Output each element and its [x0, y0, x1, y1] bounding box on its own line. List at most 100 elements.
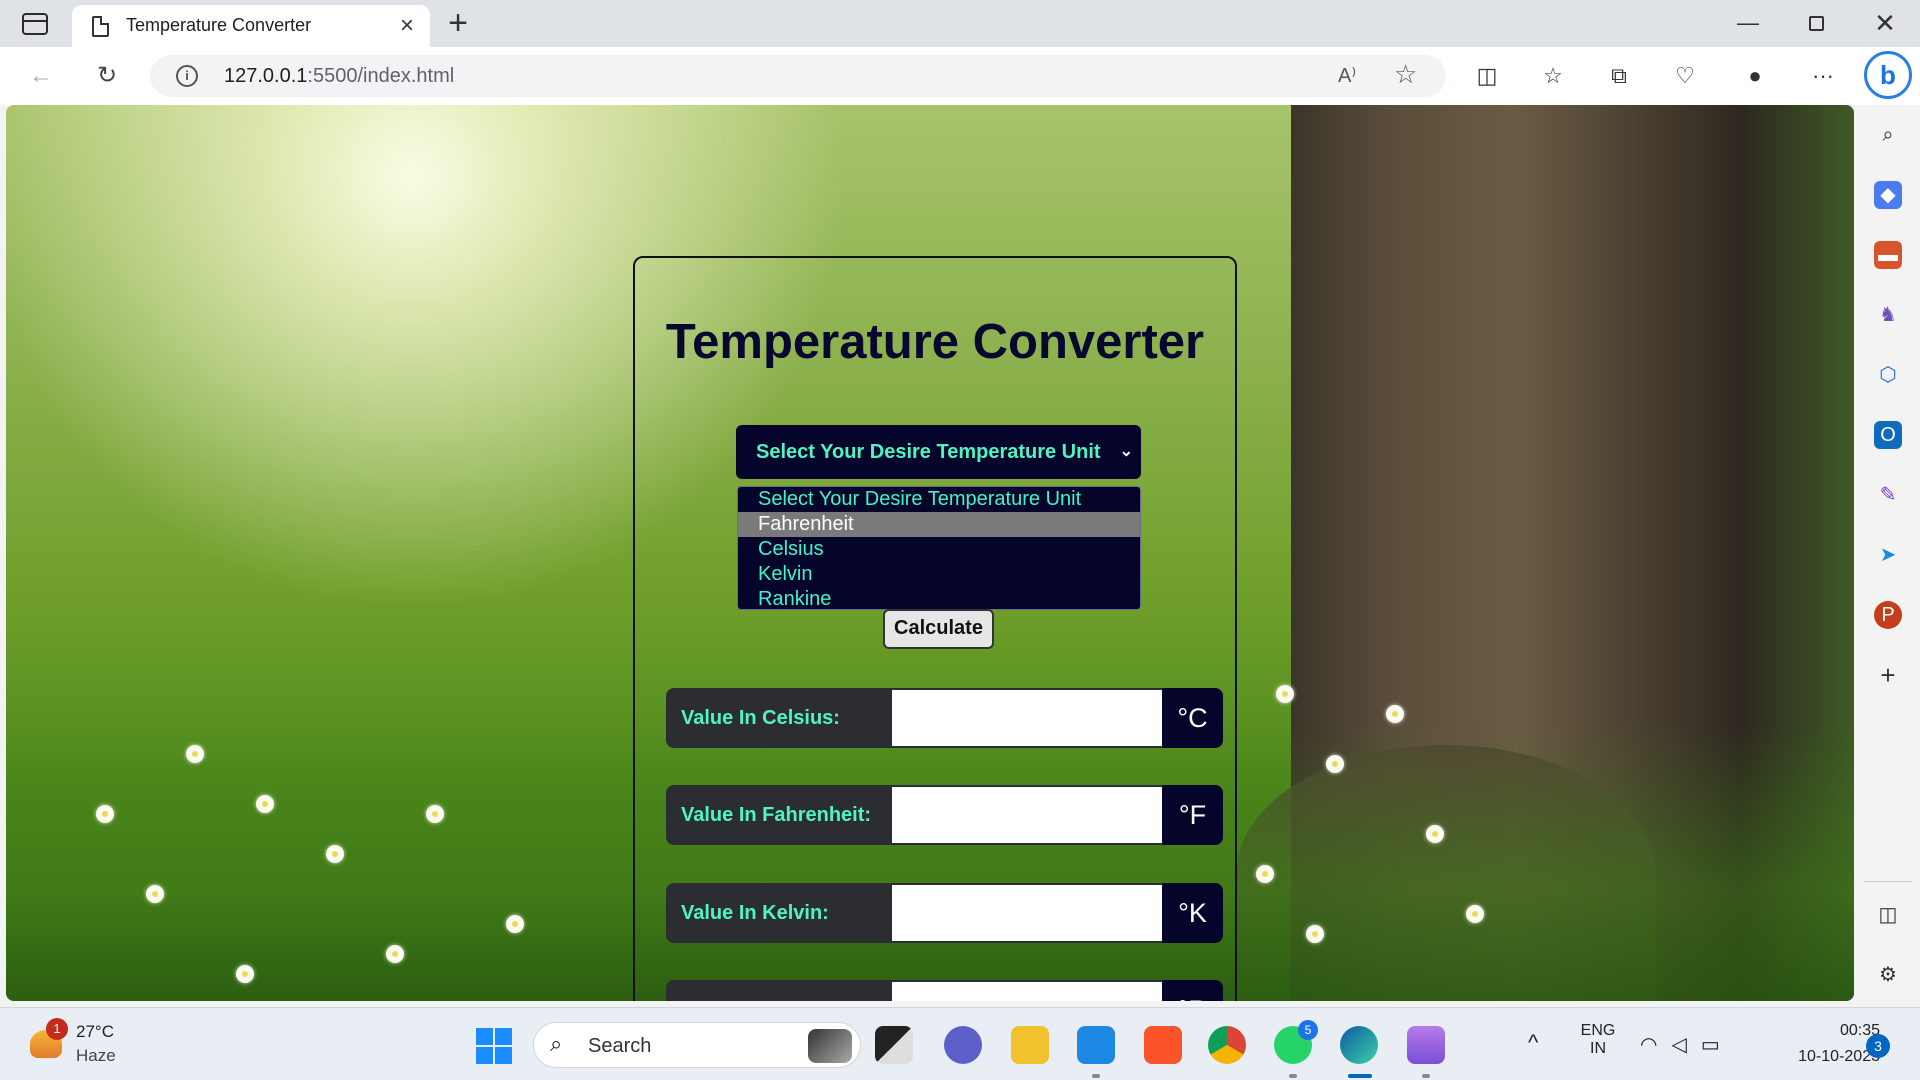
dropdown-option[interactable]: Kelvin [738, 562, 1140, 587]
edge-sidebar: ⌕ ◆ ▬ ♞ ⬡ O ✎ ➤ P + ◫ ⚙ [1856, 105, 1920, 1005]
rankine-input[interactable] [892, 982, 1162, 1001]
running-indicator [1289, 1074, 1297, 1078]
show-hidden-icons-icon[interactable]: ^ [1528, 1030, 1538, 1056]
reload-icon[interactable]: ↻ [92, 61, 122, 91]
tab-title: Temperature Converter [126, 15, 312, 35]
whatsapp-badge: 5 [1298, 1020, 1318, 1040]
more-options-icon[interactable]: ··· [1806, 59, 1840, 93]
new-tab-button[interactable]: + [442, 4, 474, 42]
sidebar-divider [1864, 881, 1912, 882]
unit-dropdown-list[interactable]: Select Your Desire Temperature Unit Fahr… [737, 486, 1141, 610]
back-icon[interactable]: ← [26, 61, 56, 91]
settings-gear-icon[interactable]: ⚙ [1874, 961, 1902, 989]
collections-icon[interactable]: ⧉ [1602, 59, 1636, 93]
file-explorer-icon[interactable] [1011, 1026, 1049, 1064]
weather-temperature[interactable]: 27°C [76, 1022, 114, 1042]
running-indicator [1422, 1074, 1430, 1078]
brave-icon[interactable] [1144, 1026, 1182, 1064]
background-flower [326, 845, 344, 863]
fahrenheit-label: Value In Fahrenheit: [681, 804, 872, 826]
dropdown-option[interactable]: Celsius [738, 537, 1140, 562]
system-tray[interactable]: ◠◁▭ [1640, 1032, 1734, 1057]
clock-date[interactable]: 10-10-2023 [1760, 1048, 1880, 1066]
background-flower [1306, 925, 1324, 943]
maximize-button[interactable] [1793, 8, 1839, 38]
kelvin-row: Value In Kelvin: °K [666, 883, 1223, 943]
notification-badge[interactable]: 3 [1866, 1034, 1890, 1058]
background-flower [186, 745, 204, 763]
designer-icon[interactable]: ✎ [1874, 481, 1902, 509]
celsius-input[interactable] [892, 690, 1162, 746]
browser-tab[interactable]: Temperature Converter × [72, 5, 430, 47]
browser-essentials-icon[interactable]: ♡ [1668, 59, 1702, 93]
split-screen-icon[interactable]: ◫ [1470, 59, 1504, 93]
send-icon[interactable]: ➤ [1874, 541, 1902, 569]
background-flower [1326, 755, 1344, 773]
search-highlight-icon [808, 1029, 852, 1063]
minimize-button[interactable]: — [1725, 8, 1771, 38]
battery-icon[interactable]: ▭ [1701, 1034, 1734, 1056]
unit-select-label: Select Your Desire Temperature Unit [756, 441, 1101, 463]
profile-icon[interactable]: ● [1738, 59, 1772, 93]
rankine-label: Value In Rankine: [681, 980, 847, 1001]
fahrenheit-input[interactable] [892, 787, 1162, 843]
dropdown-option[interactable]: Select Your Desire Temperature Unit [738, 487, 1140, 512]
calculate-button[interactable]: Calculate [883, 609, 994, 649]
region-code: IN [1590, 1040, 1606, 1057]
celsius-label: Value In Celsius: [681, 707, 840, 729]
tab-close-icon[interactable]: × [394, 12, 420, 40]
weather-badge: 1 [46, 1018, 68, 1040]
url-text[interactable]: 127.0.0.1:5500/index.html [224, 65, 454, 88]
page-viewport: Temperature Converter Select Your Desire… [6, 105, 1854, 1001]
vscode-icon[interactable] [1077, 1026, 1115, 1064]
weather-description[interactable]: Haze [76, 1046, 116, 1066]
browser-tab-strip: Temperature Converter × + — ✕ [0, 0, 1920, 47]
wifi-icon[interactable]: ◠ [1640, 1034, 1671, 1056]
page-title: Temperature Converter [665, 315, 1205, 369]
volume-icon[interactable]: ◁ [1671, 1034, 1700, 1056]
microsoft-365-icon[interactable]: ⬡ [1874, 361, 1902, 389]
background-flower [1276, 685, 1294, 703]
background-flower [256, 795, 274, 813]
celsius-unit: °C [1162, 688, 1223, 748]
clock-time[interactable]: 00:35 [1790, 1022, 1880, 1040]
read-aloud-icon[interactable]: A⁾ [1338, 63, 1356, 88]
close-window-button[interactable]: ✕ [1862, 8, 1908, 38]
games-icon[interactable]: ♞ [1874, 301, 1902, 329]
language-indicator[interactable]: ENG IN [1578, 1022, 1618, 1058]
kelvin-unit: °K [1162, 883, 1223, 943]
background-flower [146, 885, 164, 903]
edge-icon[interactable] [1340, 1026, 1378, 1064]
address-bar[interactable]: i 127.0.0.1:5500/index.html A⁾ ☆ [150, 55, 1446, 97]
taskbar-search[interactable]: ⌕ Search [533, 1022, 861, 1068]
kelvin-input[interactable] [892, 885, 1162, 941]
clipchamp-icon[interactable] [1407, 1026, 1445, 1064]
site-info-icon[interactable]: i [176, 65, 198, 87]
shopping-tag-icon[interactable]: ◆ [1874, 181, 1902, 209]
copilot-icon[interactable]: b [1864, 51, 1912, 99]
tools-icon[interactable]: ▬ [1874, 241, 1902, 269]
background-flower [506, 915, 524, 933]
outlook-icon[interactable]: O [1874, 421, 1902, 449]
tab-actions-icon[interactable] [22, 13, 48, 35]
favorites-icon[interactable]: ☆ [1536, 59, 1570, 93]
favorite-star-icon[interactable]: ☆ [1394, 59, 1417, 90]
teams-chat-icon[interactable] [944, 1026, 982, 1064]
powerpoint-icon[interactable]: P [1874, 601, 1902, 629]
kelvin-label: Value In Kelvin: [681, 902, 829, 924]
add-icon[interactable]: + [1874, 661, 1902, 689]
chrome-icon[interactable] [1208, 1026, 1246, 1064]
taskbar: 1 27°C Haze ⌕ Search 5 ^ ENG IN ◠◁▭ 00:3… [0, 1007, 1920, 1080]
celsius-row: Value In Celsius: °C [666, 688, 1223, 748]
unit-select[interactable]: Select Your Desire Temperature Unit ⌄ [736, 425, 1141, 479]
chevron-down-icon: ⌄ [1119, 443, 1133, 460]
background-flower [1426, 825, 1444, 843]
search-icon[interactable]: ⌕ [1874, 121, 1902, 149]
background-flower [236, 965, 254, 983]
task-view-icon[interactable] [875, 1026, 913, 1064]
hide-sidebar-icon[interactable]: ◫ [1874, 901, 1902, 929]
dropdown-option-highlighted[interactable]: Fahrenheit [738, 512, 1140, 537]
windows-start-icon[interactable] [476, 1028, 512, 1064]
background-flower [1256, 865, 1274, 883]
dropdown-option[interactable]: Rankine [738, 587, 1140, 609]
